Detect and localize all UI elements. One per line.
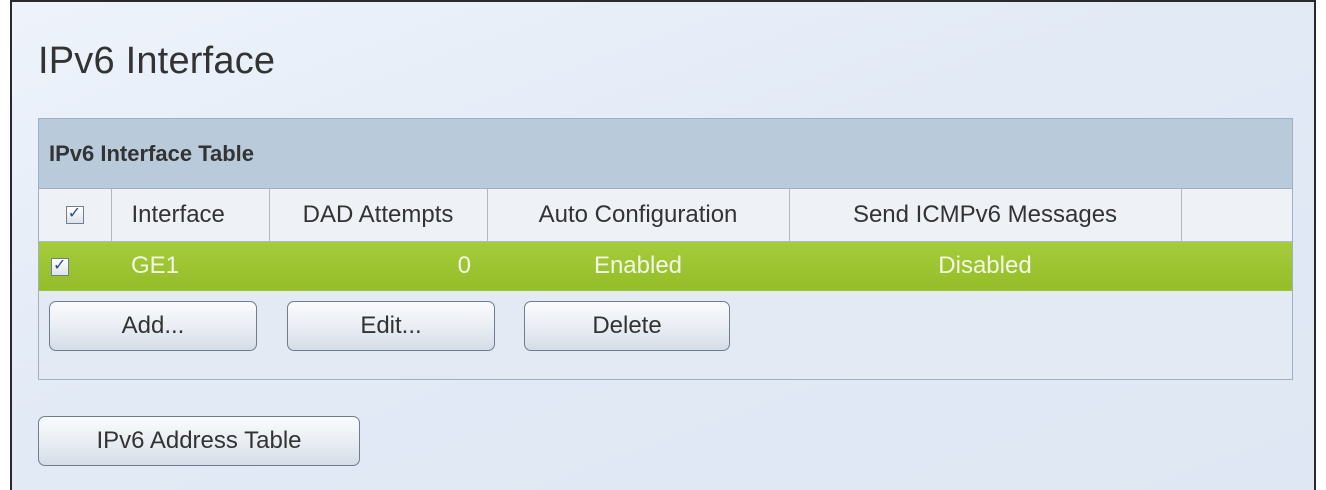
row-select-cell: ✓ xyxy=(39,241,111,291)
delete-button[interactable]: Delete xyxy=(524,301,730,351)
cell-send-icmpv6-messages: Disabled xyxy=(789,241,1181,291)
page-title: IPv6 Interface xyxy=(38,40,276,82)
content-frame: IPv6 Interface IPv6 Interface Table ✓ In… xyxy=(10,0,1316,490)
cell-interface: GE1 xyxy=(111,241,269,291)
checkbox-checked-icon: ✓ xyxy=(53,254,67,274)
column-header-auto-configuration[interactable]: Auto Configuration xyxy=(487,189,790,242)
ipv6-interface-table: ✓ Interface DAD Attempts Auto Configurat… xyxy=(39,189,1292,291)
table-row[interactable]: ✓ GE1 0 Enabled Disabled xyxy=(39,241,1292,291)
cell-filler xyxy=(1181,241,1292,291)
table-header-row: ✓ Interface DAD Attempts Auto Configurat… xyxy=(39,189,1292,242)
column-header-dad-attempts[interactable]: DAD Attempts xyxy=(269,189,488,242)
cell-auto-configuration: Enabled xyxy=(487,241,789,291)
column-header-send-icmpv6-messages[interactable]: Send ICMPv6 Messages xyxy=(789,189,1182,242)
checkbox-checked-icon: ✓ xyxy=(67,203,82,223)
column-header-filler xyxy=(1181,189,1292,242)
select-all-checkbox[interactable]: ✓ xyxy=(65,203,84,225)
table-caption: IPv6 Interface Table xyxy=(39,119,1292,189)
row-checkbox[interactable]: ✓ xyxy=(51,254,69,276)
column-header-interface[interactable]: Interface xyxy=(111,189,270,242)
add-button[interactable]: Add... xyxy=(49,301,257,351)
ipv6-interface-table-panel: IPv6 Interface Table ✓ Interface DAD Att… xyxy=(38,118,1293,380)
edit-button[interactable]: Edit... xyxy=(287,301,495,351)
select-all-cell: ✓ xyxy=(39,189,112,242)
cell-dad-attempts: 0 xyxy=(269,241,487,291)
ipv6-address-table-button[interactable]: IPv6 Address Table xyxy=(38,416,360,466)
table-button-row: Add... Edit... Delete xyxy=(39,291,1292,379)
